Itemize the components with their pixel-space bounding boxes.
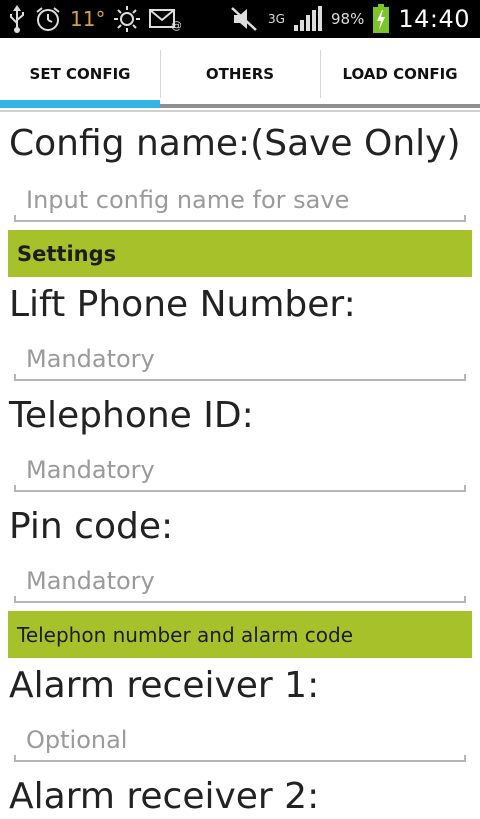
telephone-id-input[interactable] [14,450,466,490]
config-name-field[interactable] [14,180,466,222]
mute-icon [230,6,260,32]
battery-charging-icon [372,4,390,34]
pin-code-field[interactable] [14,561,466,603]
alarm-clock-icon [34,5,62,33]
field-underline-tick [464,215,466,222]
selected-tab-indicator [0,100,160,108]
pin-code-label: Pin code: [9,506,174,547]
pin-code-input[interactable] [14,561,466,601]
temperature-text: 11° [70,7,106,31]
network-type-text: 3G [268,12,285,26]
field-underline [14,601,466,603]
field-underline [14,220,466,222]
telephone-id-field[interactable] [14,450,466,492]
clock-text: 14:40 [398,5,470,33]
status-bar: 11° @ 3G 98% 14:40 [0,0,480,38]
field-underline-tick [14,374,16,381]
email-icon: @ [149,7,181,31]
field-underline-tick [14,596,16,603]
lift-phone-number-field[interactable] [14,339,466,381]
config-name-label: Config name:(Save Only) [9,123,461,164]
lift-phone-number-input[interactable] [14,339,466,379]
sun-icon [113,5,141,33]
field-underline [14,760,466,762]
alarm-receiver-2-label: Alarm receiver 2: [9,776,320,817]
field-underline-tick [14,215,16,222]
status-bar-notifications: 11° @ [8,0,181,38]
field-underline-tick [464,596,466,603]
field-underline [14,379,466,381]
status-bar-system: 3G 98% 14:40 [230,0,470,38]
tab-load-config[interactable]: LOAD CONFIG [320,38,480,110]
field-underline-tick [14,485,16,492]
signal-icon [293,6,323,32]
battery-percent-text: 98% [330,10,365,28]
config-name-input[interactable] [14,180,466,220]
field-underline-tick [464,374,466,381]
field-underline-tick [14,755,16,762]
lift-phone-number-label: Lift Phone Number: [9,284,356,325]
tab-others[interactable]: OTHERS [160,38,320,110]
alarm-receiver-1-label: Alarm receiver 1: [9,665,320,706]
svg-text:@: @ [171,19,181,31]
field-underline [14,490,466,492]
tab-bar-shadow [160,104,480,108]
field-underline-tick [464,755,466,762]
usb-icon [8,5,26,33]
section-header-settings: Settings [8,230,472,277]
alarm-receiver-1-input[interactable] [14,720,466,760]
field-underline-tick [464,485,466,492]
section-header-telephone-alarm: Telephon number and alarm code [8,611,472,658]
alarm-receiver-1-field[interactable] [14,720,466,762]
telephone-id-label: Telephone ID: [9,395,254,436]
